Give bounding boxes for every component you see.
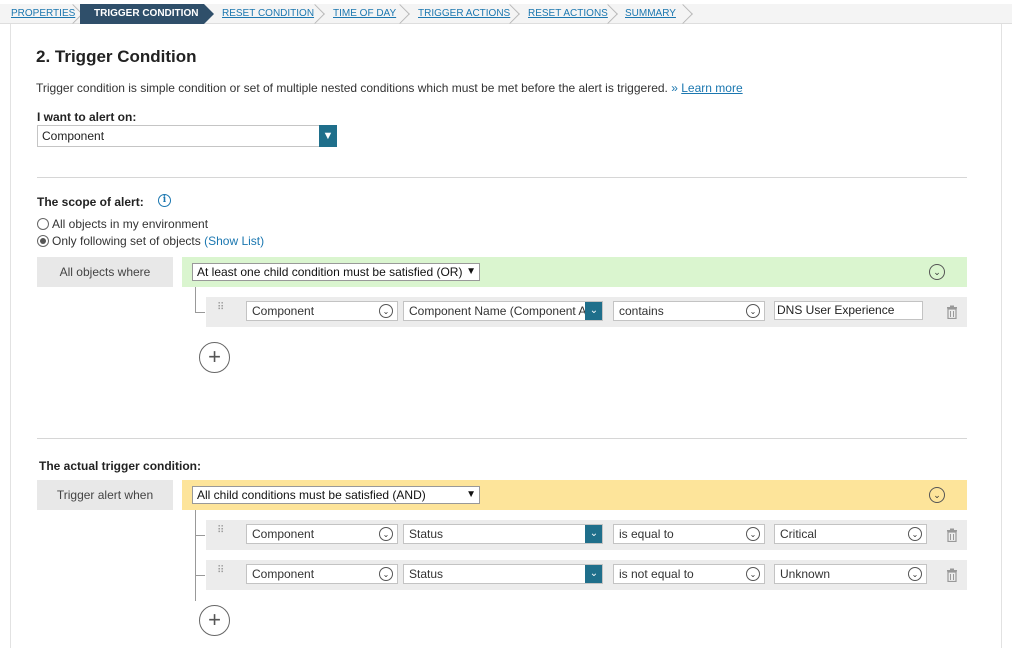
step-trigger-condition[interactable]: TRIGGER CONDITION — [80, 4, 214, 24]
chevron-down-icon[interactable]: ▼ — [319, 125, 337, 147]
scope-label: The scope of alert: — [37, 195, 144, 209]
chevron-down-icon: ⌄ — [908, 567, 922, 581]
condition-operator-value: contains — [619, 304, 664, 318]
radio-button[interactable] — [37, 235, 49, 247]
chevron-down-icon: ⌄ — [585, 525, 602, 543]
info-icon[interactable]: i — [158, 194, 171, 207]
plus-circle-icon[interactable]: + — [199, 342, 230, 373]
divider — [37, 177, 967, 178]
collapse-chevron-icon[interactable]: ⌄ — [929, 264, 945, 280]
tree-connector — [195, 287, 196, 312]
condition-entity-select[interactable]: Component ⌄ — [246, 524, 398, 544]
drag-handle-icon[interactable]: ⠿ — [217, 526, 227, 536]
chevron-down-icon: ⌄ — [379, 527, 393, 541]
alert-on-label: I want to alert on: — [37, 110, 137, 124]
trash-icon[interactable] — [946, 568, 958, 582]
condition-value-input[interactable]: DNS User Experience — [774, 301, 923, 320]
show-list-link[interactable]: (Show List) — [204, 234, 264, 248]
chevron-down-icon: ⌄ — [379, 567, 393, 581]
trigger-group-bar: All child conditions must be satisfied (… — [182, 480, 967, 510]
condition-entity-select[interactable]: Component ⌄ — [246, 564, 398, 584]
condition-field-select[interactable]: Status ⌄ — [403, 564, 603, 584]
radio-label: Only following set of objects — [52, 234, 201, 248]
scope-group-bar: At least one child condition must be sat… — [182, 257, 967, 287]
condition-operator-value: is not equal to — [619, 567, 694, 581]
alert-on-select[interactable]: Component ▼ — [37, 125, 337, 147]
chevron-down-icon: ⌄ — [746, 304, 760, 318]
tree-connector — [195, 535, 205, 536]
condition-operator-select[interactable]: is equal to ⌄ — [613, 524, 765, 544]
radio-label: All objects in my environment — [52, 217, 209, 231]
scope-condition-row: ⠿ Component ⌄ Component Name (Component … — [206, 297, 967, 327]
learn-more-prefix: » — [671, 81, 678, 95]
condition-value-select[interactable]: Critical ⌄ — [774, 524, 927, 544]
condition-field-value: Component Name (Component A — [409, 304, 587, 318]
condition-value-select[interactable]: Unknown ⌄ — [774, 564, 927, 584]
divider — [37, 438, 967, 439]
scope-group-operator-value: At least one child condition must be sat… — [197, 265, 463, 279]
tree-connector — [195, 510, 196, 601]
tree-connector — [195, 312, 205, 313]
drag-handle-icon[interactable]: ⠿ — [217, 566, 227, 576]
trash-icon[interactable] — [946, 305, 958, 319]
condition-entity-select[interactable]: Component ⌄ — [246, 301, 398, 321]
chevron-down-icon: ⌄ — [908, 527, 922, 541]
drag-handle-icon[interactable]: ⠿ — [217, 303, 227, 313]
condition-operator-select[interactable]: contains ⌄ — [613, 301, 765, 321]
condition-value: Unknown — [780, 567, 831, 581]
page-description: Trigger condition is simple condition or… — [36, 81, 743, 95]
trigger-group-operator-value: All child conditions must be satisfied (… — [197, 488, 426, 502]
scope-group-label: All objects where — [37, 257, 173, 287]
chevron-down-icon: ⌄ — [585, 565, 602, 583]
step-reset-actions[interactable]: RESET ACTIONS — [528, 4, 608, 24]
trash-icon[interactable] — [946, 528, 958, 542]
step-trigger-actions[interactable]: TRIGGER ACTIONS — [418, 4, 510, 24]
plus-circle-icon[interactable]: + — [199, 605, 230, 636]
scope-group-operator-select[interactable]: At least one child condition must be sat… — [192, 263, 480, 281]
trigger-condition-row: ⠿ Component ⌄ Status ⌄ is equal to ⌄ Cri… — [206, 520, 967, 550]
condition-entity-value: Component — [252, 527, 315, 541]
condition-field-select[interactable]: Component Name (Component A ⌄ — [403, 301, 603, 321]
chevron-down-icon: ▼ — [466, 266, 476, 277]
radio-button[interactable] — [37, 218, 49, 230]
learn-more-link[interactable]: Learn more — [681, 81, 742, 95]
chevron-down-icon: ▼ — [466, 489, 476, 500]
trigger-condition-row: ⠿ Component ⌄ Status ⌄ is not equal to ⌄… — [206, 560, 967, 590]
trigger-label: The actual trigger condition: — [39, 459, 202, 473]
chevron-down-icon: ⌄ — [379, 304, 393, 318]
step-reset-condition[interactable]: RESET CONDITION — [222, 4, 314, 24]
step-summary[interactable]: SUMMARY — [625, 4, 676, 24]
radio-following-objects[interactable]: Only following set of objects (Show List… — [37, 233, 264, 249]
tree-connector — [195, 575, 205, 576]
alert-on-value: Component — [42, 129, 105, 143]
page-title: 2. Trigger Condition — [36, 47, 197, 66]
condition-operator-select[interactable]: is not equal to ⌄ — [613, 564, 765, 584]
collapse-chevron-icon[interactable]: ⌄ — [929, 487, 945, 503]
chevron-down-icon: ⌄ — [585, 302, 602, 320]
main-panel — [10, 24, 1002, 648]
condition-field-value: Status — [409, 567, 444, 581]
trigger-group-operator-select[interactable]: All child conditions must be satisfied (… — [192, 486, 480, 504]
description-text: Trigger condition is simple condition or… — [36, 81, 668, 95]
step-time-of-day[interactable]: TIME OF DAY — [333, 4, 396, 24]
condition-field-value: Status — [409, 527, 444, 541]
condition-field-select[interactable]: Status ⌄ — [403, 524, 603, 544]
radio-all-objects[interactable]: All objects in my environment — [37, 216, 208, 232]
chevron-down-icon: ⌄ — [746, 527, 760, 541]
wizard-steps: PROPERTIES TRIGGER CONDITION RESET CONDI… — [0, 4, 1012, 24]
chevron-down-icon: ⌄ — [746, 567, 760, 581]
trigger-group-label: Trigger alert when — [37, 480, 173, 510]
step-separator-icon — [673, 4, 693, 24]
condition-value: Critical — [780, 527, 817, 541]
condition-entity-value: Component — [252, 304, 315, 318]
condition-operator-value: is equal to — [619, 527, 674, 541]
condition-entity-value: Component — [252, 567, 315, 581]
